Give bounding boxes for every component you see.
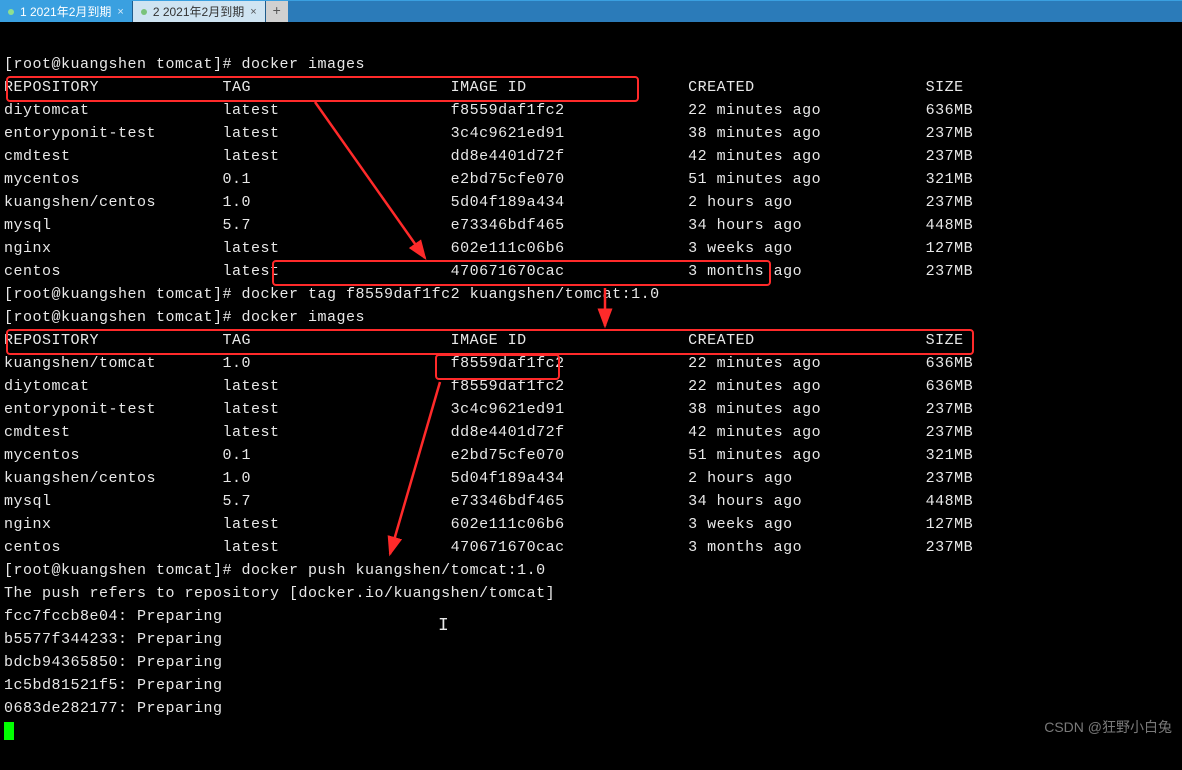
tab-1[interactable]: 1 2021年2月到期 × bbox=[0, 1, 133, 22]
terminal-output[interactable]: [root@kuangshen tomcat]# docker images R… bbox=[0, 22, 1182, 770]
close-icon[interactable]: × bbox=[250, 6, 256, 18]
tab-label: 2 2021年2月到期 bbox=[153, 3, 244, 20]
tab-2[interactable]: 2 2021年2月到期 × bbox=[133, 1, 266, 22]
watermark: CSDN @狂野小白兔 bbox=[1044, 717, 1172, 737]
tab-bar: 1 2021年2月到期 × 2 2021年2月到期 × + bbox=[0, 0, 1182, 22]
terminal-cursor bbox=[4, 722, 14, 740]
plus-icon: + bbox=[272, 4, 280, 20]
status-dot-icon bbox=[141, 9, 147, 15]
add-tab-button[interactable]: + bbox=[266, 1, 288, 22]
status-dot-icon bbox=[8, 9, 14, 15]
close-icon[interactable]: × bbox=[117, 6, 123, 18]
tab-label: 1 2021年2月到期 bbox=[20, 3, 111, 20]
text-caret-icon: I bbox=[438, 616, 449, 636]
